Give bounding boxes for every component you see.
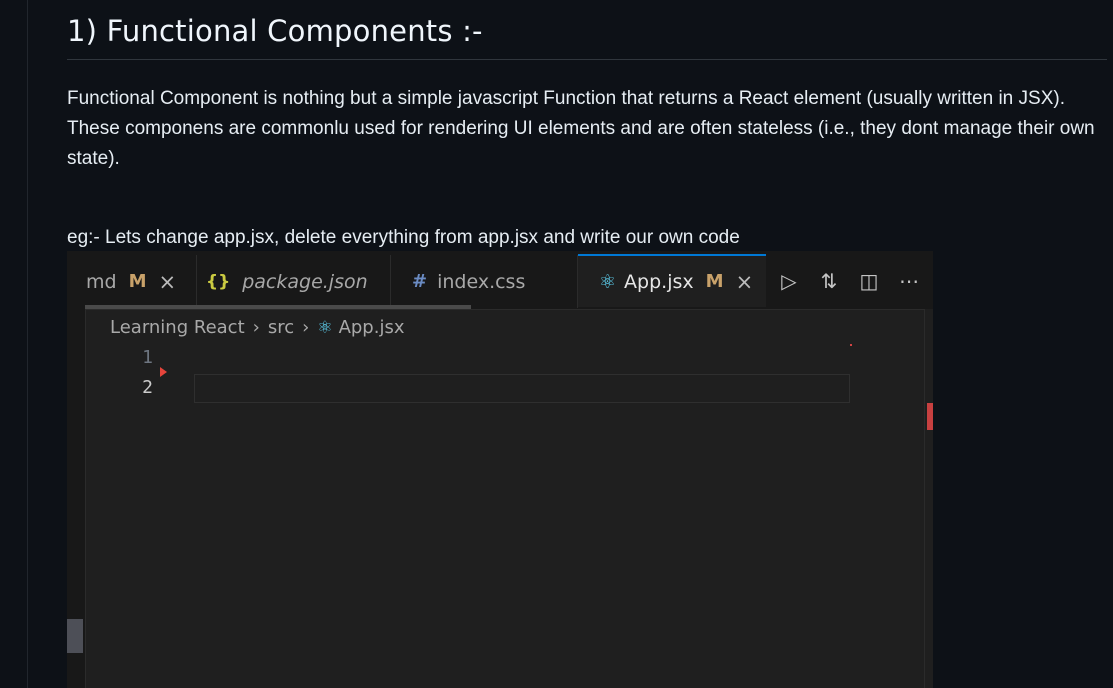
breadcrumb-item-file[interactable]: App.jsx — [339, 317, 405, 338]
editor-screenshot: md M × {} package.json # index.css ⚛ App… — [67, 251, 933, 688]
more-icon[interactable]: ⋯ — [889, 269, 929, 293]
tabs-scrollbar[interactable] — [85, 305, 471, 309]
example-caption: eg:- Lets change app.jsx, delete everyth… — [67, 227, 740, 248]
breadcrumb-item-src[interactable]: src — [268, 317, 294, 338]
section-heading: 1) Functional Components :- — [67, 14, 483, 48]
compare-icon[interactable]: ⇅ — [809, 269, 849, 293]
scroll-handle — [67, 619, 83, 653]
description-paragraph: Functional Component is nothing but a si… — [67, 88, 1095, 169]
chevron-right-icon: › — [252, 317, 260, 338]
tab-label: package.json — [242, 270, 368, 293]
editor-left-strip — [67, 251, 86, 688]
tab-label: index.css — [437, 270, 526, 293]
current-line-highlight[interactable] — [194, 374, 850, 403]
run-icon[interactable]: ▷ — [769, 269, 809, 293]
left-guide-line — [27, 0, 28, 688]
chevron-right-icon: › — [302, 317, 310, 338]
tab-app-jsx[interactable]: ⚛ App.jsx M × — [578, 254, 766, 307]
tab-index-css[interactable]: # index.css — [391, 255, 578, 308]
error-marker — [927, 403, 933, 430]
modified-flag: M — [128, 271, 147, 292]
breakpoint-arrow-icon — [160, 367, 167, 377]
error-dot — [850, 344, 852, 346]
breadcrumb-item-folder[interactable]: Learning React — [110, 317, 245, 338]
tab-label: App.jsx — [624, 270, 694, 293]
editor-actions: ▷ ⇅ ◫ ⋯ — [769, 269, 929, 293]
overview-ruler[interactable] — [924, 309, 933, 688]
react-icon: ⚛ — [599, 270, 617, 293]
close-icon[interactable]: × — [736, 270, 754, 294]
line-number-current: 2 — [142, 377, 153, 398]
line-number: 1 — [142, 347, 153, 368]
tab-md[interactable]: md M × — [85, 255, 197, 308]
modified-flag: M — [705, 271, 724, 292]
tab-package-json[interactable]: {} package.json — [196, 255, 391, 308]
json-icon: {} — [206, 271, 231, 292]
tab-label: md — [86, 270, 117, 293]
react-icon: ⚛ — [317, 317, 333, 338]
split-editor-icon[interactable]: ◫ — [849, 269, 889, 293]
editor-tab-bar: md M × {} package.json # index.css ⚛ App… — [85, 251, 933, 310]
close-icon[interactable]: × — [159, 270, 177, 294]
css-icon: # — [412, 271, 428, 292]
breadcrumb: Learning React › src › ⚛ App.jsx — [110, 317, 404, 338]
heading-divider — [67, 59, 1107, 60]
